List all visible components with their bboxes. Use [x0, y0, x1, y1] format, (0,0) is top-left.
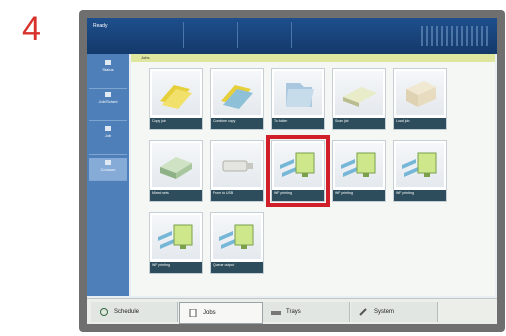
sidebar-item-consum[interactable]: Consum [89, 158, 127, 181]
sidebar-item-label: Job [104, 133, 112, 138]
tile-label: Combine copy [211, 118, 263, 129]
monitor-icon [335, 143, 383, 187]
monitor-icon [213, 215, 261, 259]
tile-label: WF printing [333, 190, 385, 201]
tab-system[interactable]: System [351, 302, 438, 322]
main-content: Jobs Copy job Combine copy To folder Sca… [131, 54, 495, 296]
tile-usb[interactable]: From to USB [210, 140, 264, 202]
folder-icon [274, 71, 322, 115]
tile-label: Mixed sets [150, 190, 202, 201]
tab-label: Schedule [114, 309, 140, 315]
top-status-bar: Ready [87, 18, 497, 54]
tile-label: Queue output [211, 262, 263, 273]
tab-jobs[interactable]: Jobs [179, 302, 263, 324]
tile-wf-printing-selected[interactable]: WF printing [266, 135, 330, 207]
device-frame: Ready Status Job/Sched Job Consum Jobs C… [79, 10, 505, 332]
paper-stack-icon [396, 71, 444, 115]
wrench-icon [359, 308, 369, 316]
tile-label: To folder [272, 118, 324, 129]
usb-icon [213, 143, 261, 187]
sidebar-item-label: Status [102, 67, 114, 72]
printer-icon [105, 60, 111, 65]
printer-icon [105, 126, 111, 131]
tile-wf-printing[interactable]: WF printing [149, 212, 203, 274]
tile-scan-job[interactable]: Scan job [332, 68, 386, 130]
sidebar-item-status[interactable]: Status [89, 58, 127, 89]
tile-label: Copy job [150, 118, 202, 129]
sidebar: Status Job/Sched Job Consum [87, 54, 129, 296]
tab-schedule[interactable]: Schedule [91, 302, 178, 322]
tab-trays[interactable]: Trays [263, 302, 350, 322]
combine-copy-icon [213, 71, 261, 115]
tile-load-job[interactable]: Load job [393, 68, 447, 130]
step-number: 4 [22, 10, 41, 48]
bottom-tab-bar: Schedule Jobs Trays System [87, 298, 497, 324]
printer-icon [105, 92, 111, 97]
tile-label: WF printing [150, 262, 202, 273]
copy-job-icon [152, 71, 200, 115]
sidebar-item-job[interactable]: Job [89, 124, 127, 155]
sidebar-item-label: Consum [100, 167, 116, 172]
tab-label: System [374, 309, 395, 315]
tile-label: Load job [394, 118, 446, 129]
tab-label: Trays [286, 309, 301, 315]
document-icon [188, 308, 198, 318]
tile-copy-job[interactable]: Copy job [149, 68, 203, 130]
tile-wf-printing[interactable]: WF printing [393, 140, 447, 202]
status-panel [291, 22, 332, 48]
tile-label: WF printing [272, 190, 324, 201]
tab-label: Jobs [203, 310, 216, 316]
tile-queue-output[interactable]: Queue output [210, 212, 264, 274]
mixed-sets-icon [152, 143, 200, 187]
header-pattern [421, 26, 491, 46]
tile-label: From to USB [211, 190, 263, 201]
status-title: Ready [93, 23, 108, 29]
scanner-icon [335, 71, 383, 115]
tile-combine-copy[interactable]: Combine copy [210, 68, 264, 130]
sidebar-item-job-sched[interactable]: Job/Sched [89, 90, 127, 121]
tile-mixed-sets[interactable]: Mixed sets [149, 140, 203, 202]
monitor-icon [152, 215, 200, 259]
tray-icon [271, 308, 281, 316]
status-panel [183, 22, 224, 48]
tile-wf-printing[interactable]: WF printing [332, 140, 386, 202]
tile-label: WF printing [394, 190, 446, 201]
monitor-icon [396, 143, 444, 187]
sidebar-item-label: Job/Sched [98, 99, 118, 104]
status-panel [237, 22, 278, 48]
touch-screen: Ready Status Job/Sched Job Consum Jobs C… [87, 18, 497, 324]
breadcrumb: Jobs [131, 54, 495, 62]
printer-icon [105, 160, 111, 165]
clock-icon [99, 308, 109, 316]
tile-label: Scan job [333, 118, 385, 129]
tile-folder[interactable]: To folder [271, 68, 325, 130]
monitor-icon [274, 143, 322, 187]
